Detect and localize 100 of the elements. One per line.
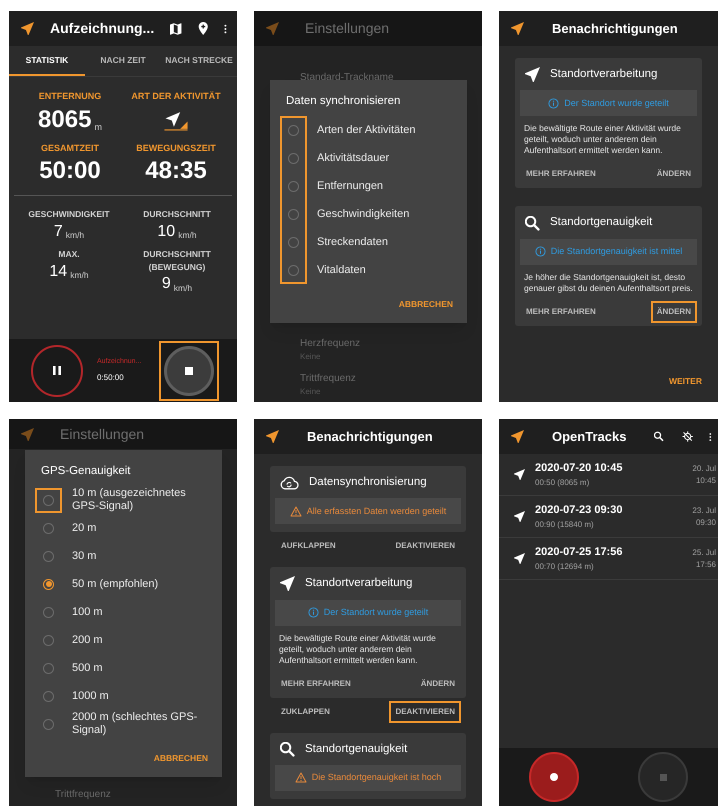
more-options-icon[interactable] xyxy=(709,430,712,442)
option-label[interactable]: 100 m xyxy=(72,606,103,619)
stat-label: GESCHWINDIGKEIT xyxy=(27,208,111,221)
action-button[interactable]: ÄNDERN xyxy=(414,672,461,695)
track-row[interactable]: 2020-07-23 09:30 00:90 (15840 m) 23. Jul 09:30 xyxy=(499,496,718,538)
track-time: 09:30 xyxy=(696,516,716,528)
app-bar-title: Benachrichtigungen xyxy=(552,20,679,38)
track-time: 10:45 xyxy=(696,474,716,486)
navigation-arrow-icon xyxy=(21,22,34,35)
navigation-arrow-icon xyxy=(511,22,524,35)
app-bar-title: Einstellungen xyxy=(60,424,146,444)
location-pin-icon[interactable] xyxy=(198,22,208,35)
radio-button[interactable] xyxy=(288,264,299,276)
action-button[interactable]: ÄNDERN xyxy=(650,163,697,186)
search-icon xyxy=(525,216,540,231)
notice-text: Der Standort wurde geteilt xyxy=(324,606,428,619)
navigation-arrow-icon xyxy=(514,511,525,522)
radio-button[interactable] xyxy=(43,662,54,674)
action-button[interactable]: MEHR ERFAHREN xyxy=(520,163,602,186)
next-button[interactable]: WEITER xyxy=(668,375,702,388)
radio-button[interactable] xyxy=(43,494,54,506)
radio-button[interactable] xyxy=(288,208,299,220)
warning-icon xyxy=(294,772,307,784)
option-label[interactable]: 1000 m xyxy=(72,690,109,703)
notice-text: Die Standortgenauigkeit ist hoch xyxy=(312,771,442,784)
track-time: 17:56 xyxy=(696,558,716,570)
radio-button[interactable] xyxy=(43,690,54,702)
option-label[interactable]: Entfernungen xyxy=(317,180,384,193)
pause-button[interactable] xyxy=(31,344,83,396)
track-name: 2020-07-25 17:56 xyxy=(535,545,624,560)
cancel-button[interactable]: ABBRECHEN xyxy=(394,292,457,317)
radio-button[interactable] xyxy=(43,522,54,534)
action-button[interactable]: ZUKLAPPEN xyxy=(275,700,336,723)
stat-label: BEWEGUNGSZEIT xyxy=(136,142,216,154)
cancel-button[interactable]: ABBRECHEN xyxy=(150,746,212,771)
setting-label: Trittfrequenz xyxy=(300,372,357,386)
stat-value: 10 xyxy=(157,224,176,240)
radio-button[interactable] xyxy=(43,634,54,646)
option-label[interactable]: Aktivitätsdauer xyxy=(317,152,390,165)
warning-icon xyxy=(290,506,302,517)
record-button[interactable] xyxy=(528,752,579,802)
app-bar-title: OpenTracks xyxy=(552,428,626,446)
option-label[interactable]: 50 m (empfohlen) xyxy=(72,578,158,591)
radio-button[interactable] xyxy=(288,236,299,248)
action-button[interactable]: DEAKTIVIEREN xyxy=(389,535,461,558)
info-icon xyxy=(548,98,560,109)
option-label[interactable]: 10 m (ausgezeichnetes GPS-Signal) xyxy=(72,487,212,514)
option-label[interactable]: Geschwindigkeiten xyxy=(317,208,410,221)
navigation-arrow-icon xyxy=(525,67,540,82)
tab[interactable]: NACH STRECKE xyxy=(161,46,237,76)
card-description: Je höher die Standortgenauigkeit ist, desto genauer gibst du deinen Aufenthaltsort preis. xyxy=(523,272,694,294)
navigation-arrow-icon xyxy=(514,469,525,480)
action-button[interactable]: DEAKTIVIEREN xyxy=(389,700,461,723)
map-icon[interactable] xyxy=(170,22,182,34)
action-button[interactable]: AUFKLAPPEN xyxy=(275,535,342,558)
option-label[interactable]: Streckendaten xyxy=(317,236,388,249)
card-title: Standortverarbeitung xyxy=(305,576,412,592)
stat-unit: km/h xyxy=(174,284,192,292)
radio-button[interactable] xyxy=(43,578,54,590)
radio-button[interactable] xyxy=(43,718,54,730)
app-bar-title: Aufzeichnung... xyxy=(50,19,154,38)
stat-label: ENTFERNUNG xyxy=(38,90,102,103)
elapsed-time: 0:50:00 xyxy=(97,372,125,384)
track-summary: 00:90 (15840 m) xyxy=(535,518,595,531)
record-icon xyxy=(550,773,558,781)
navigation-arrow-icon xyxy=(511,430,524,443)
option-label[interactable]: Arten der Aktivitäten xyxy=(317,124,416,137)
card-description: Die bewältigte Route einer Aktivität wurde geteilt, woduch unter anderem dein Aufenthaltsort ermittelt werden kann. xyxy=(523,123,682,156)
app-bar-title: Einstellungen xyxy=(305,19,390,38)
option-label[interactable]: 20 m xyxy=(72,522,96,535)
stat-unit: m xyxy=(94,122,102,132)
notice-text: Alle erfassten Daten werden geteilt xyxy=(306,504,446,518)
action-button[interactable]: MEHR ERFAHREN xyxy=(520,300,602,323)
radio-button[interactable] xyxy=(288,152,299,164)
track-row[interactable]: 2020-07-25 17:56 00:70 (12694 m) 25. Jul 17:56 xyxy=(499,538,718,580)
option-label[interactable]: Vitaldaten xyxy=(317,264,366,277)
stop-icon xyxy=(660,774,667,780)
pause-icon xyxy=(53,366,61,375)
option-label[interactable]: 2000 m (schlechtes GPS-Signal) xyxy=(72,711,212,738)
navigation-arrow-icon xyxy=(21,428,34,440)
radio-button[interactable] xyxy=(43,550,54,562)
radio-button[interactable] xyxy=(43,606,54,618)
option-label[interactable]: 500 m xyxy=(72,662,103,675)
action-button[interactable]: ÄNDERN xyxy=(650,300,697,323)
location-off-icon[interactable] xyxy=(682,430,694,443)
radio-button[interactable] xyxy=(288,124,299,136)
track-summary: 00:70 (12694 m) xyxy=(535,560,595,573)
track-date: 25. Jul xyxy=(692,546,716,558)
card-title: Standortgenauigkeit xyxy=(550,215,652,230)
cloud-sync-icon xyxy=(280,474,299,491)
navigation-arrow-icon xyxy=(514,553,525,564)
search-icon[interactable] xyxy=(654,431,664,442)
tab[interactable]: NACH ZEIT xyxy=(85,46,161,76)
more-options-icon[interactable] xyxy=(224,22,227,34)
action-button[interactable]: MEHR ERFAHREN xyxy=(275,672,357,695)
option-label[interactable]: 30 m xyxy=(72,550,96,563)
tab[interactable]: STATISTIK xyxy=(9,46,85,76)
option-label[interactable]: 200 m xyxy=(72,634,103,647)
track-row[interactable]: 2020-07-20 10:45 00:50 (8065 m) 20. Jul 10:45 xyxy=(499,454,718,496)
radio-button[interactable] xyxy=(288,180,299,192)
